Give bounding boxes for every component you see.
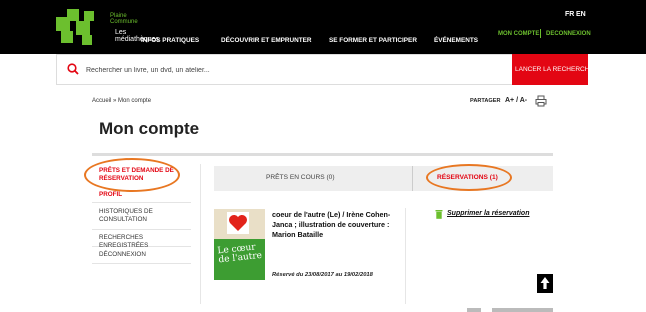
sidebar-item-logout[interactable]: DÉCONNEXION (92, 251, 191, 264)
lang-fr[interactable]: FR (565, 11, 574, 18)
title-divider (92, 153, 553, 156)
printer-icon[interactable] (535, 95, 547, 107)
heart-icon (227, 212, 249, 234)
annotation-oval-sidebar (84, 158, 180, 192)
page-title: Mon compte (99, 119, 200, 138)
search-button[interactable]: LANCER LA RECHERCHE (512, 54, 588, 85)
font-size-control[interactable]: A+ / A- (505, 97, 527, 104)
sidebar-item-profile[interactable]: PROFIL (92, 191, 191, 203)
search-input[interactable] (86, 64, 386, 76)
share-button[interactable]: PARTAGER (470, 98, 501, 104)
nav-evenements[interactable]: ÉVÉNEMENTS (434, 37, 478, 44)
scroll-to-top-button[interactable] (537, 274, 553, 293)
tab-divider (412, 166, 413, 191)
book-title[interactable]: coeur de l'autre (Le) / Irène Cohen-Janc… (272, 210, 400, 240)
scrollbar-fragment (467, 308, 481, 312)
sidebar-item-saved-searches[interactable]: RECHERCHES ENREGISTRÉES (92, 234, 191, 249)
nav-infos-pratiques[interactable]: INFOS PRATIQUES (141, 37, 199, 44)
logo[interactable] (56, 9, 96, 45)
book-cover[interactable]: Le cœur de l'autre (214, 209, 265, 280)
sidebar-divider (200, 164, 201, 304)
arrow-up-icon (540, 277, 550, 289)
sidebar-item-history[interactable]: HISTORIQUES DE CONSULTATION (92, 208, 191, 230)
top-navigation-bar (0, 0, 646, 54)
lang-en[interactable]: EN (576, 11, 586, 18)
tab-current-loans[interactable]: PRÊTS EN COURS (0) (266, 174, 335, 181)
page: Plaine Commune Les médiathèques INFOS PR… (0, 0, 646, 312)
reservation-dates: Réservé du 23/08/2017 au 19/02/2018 (272, 272, 373, 278)
my-account-link[interactable]: MON COMPTE (498, 31, 539, 37)
trash-icon[interactable] (435, 209, 443, 219)
cancel-reservation-link[interactable]: Supprimer la réservation (447, 210, 529, 217)
breadcrumb[interactable]: Accueil » Mon compte (92, 98, 151, 104)
column-divider (405, 208, 406, 304)
brand-subtitle: Plaine Commune (110, 13, 138, 25)
scrollbar-fragment (492, 308, 553, 312)
nav-se-former-participer[interactable]: SE FORMER ET PARTICIPER (329, 37, 417, 44)
logout-link[interactable]: DECONNEXION (546, 31, 591, 37)
account-separator (540, 29, 541, 38)
search-icon (67, 63, 79, 75)
nav-decouvrir-emprunter[interactable]: DÉCOUVRIR ET EMPRUNTER (221, 37, 312, 44)
annotation-oval-reservations-tab (426, 164, 512, 191)
